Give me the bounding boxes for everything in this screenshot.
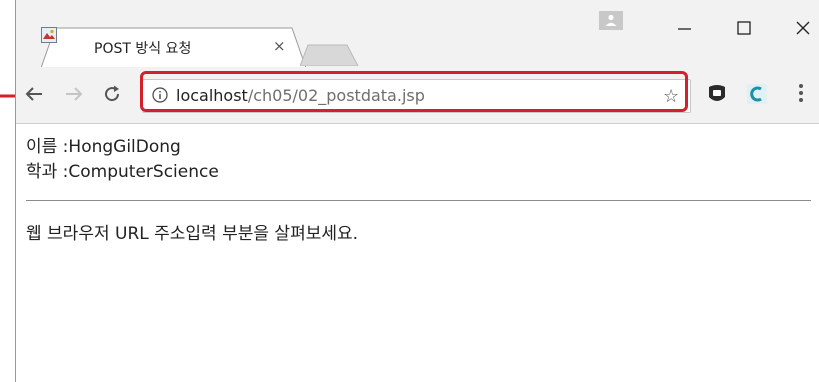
title-bar: POST 방식 요청 ×	[16, 0, 819, 68]
extension-icon[interactable]	[706, 83, 728, 105]
forward-icon[interactable]	[62, 82, 86, 106]
back-icon[interactable]	[22, 82, 46, 106]
star-icon[interactable]: ☆	[663, 86, 679, 107]
address-bar[interactable]: localhost/ch05/02_postdata.jsp ☆	[142, 79, 691, 113]
url-path: /ch05/02_postdata.jsp	[247, 86, 425, 105]
minimize-button[interactable]	[669, 14, 701, 42]
tab-title: POST 방식 요청	[94, 41, 192, 57]
close-window-button[interactable]	[787, 14, 819, 42]
message-text: 웹 브라우저 URL 주소입력 부분을 살펴보세요.	[26, 224, 359, 244]
url-text[interactable]: localhost/ch05/02_postdata.jsp	[176, 86, 425, 105]
extension-icon[interactable]	[746, 83, 768, 105]
new-tab-button[interactable]	[300, 44, 360, 66]
page-content: 이름 :HongGilDong 학과 :ComputerScience	[26, 135, 814, 185]
url-host: localhost	[176, 86, 248, 105]
toolbar: localhost/ch05/02_postdata.jsp ☆	[16, 67, 819, 124]
horizontal-rule	[26, 200, 811, 201]
menu-icon[interactable]	[796, 81, 806, 105]
reload-icon[interactable]	[100, 82, 124, 106]
browser-tab[interactable]: POST 방식 요청 ×	[41, 27, 306, 68]
info-icon[interactable]	[152, 87, 168, 103]
profile-icon[interactable]	[599, 11, 623, 30]
department-line: 학과 :ComputerScience	[26, 162, 219, 182]
maximize-button[interactable]	[728, 14, 760, 42]
name-line: 이름 :HongGilDong	[26, 137, 181, 157]
favicon-icon	[41, 27, 57, 43]
browser-window: POST 방식 요청 × localhost/ch05/02_postdata.…	[15, 0, 819, 382]
tab-close-icon[interactable]: ×	[273, 37, 286, 55]
